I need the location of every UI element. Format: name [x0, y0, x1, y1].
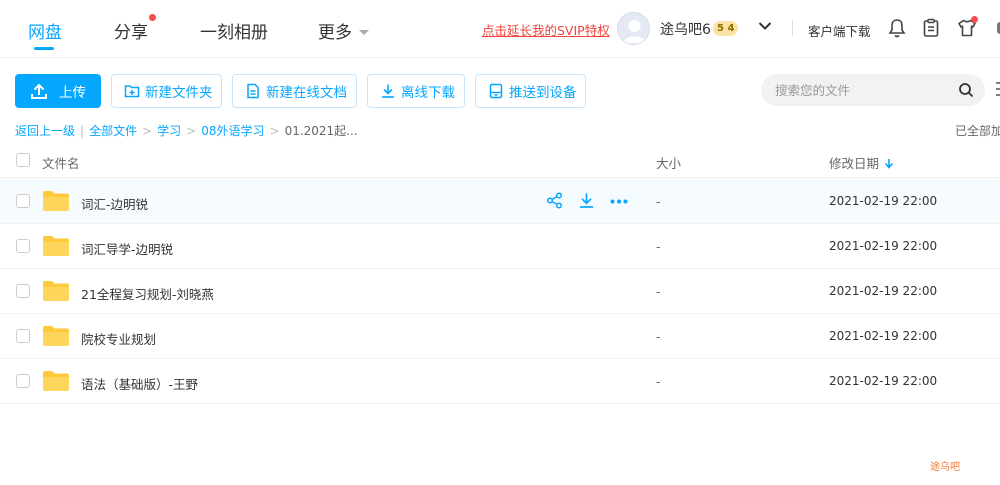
row-checkbox[interactable]	[16, 329, 30, 343]
avatar[interactable]	[617, 12, 650, 45]
download-icon	[382, 84, 394, 98]
folder-icon	[43, 326, 69, 346]
row-checkbox[interactable]	[16, 284, 30, 298]
nav-tab-netdisk[interactable]: 网盘	[28, 18, 62, 43]
breadcrumb-back[interactable]: 返回上一级	[15, 124, 75, 138]
nav-tab-share[interactable]: 分享	[114, 18, 148, 43]
folder-icon	[43, 281, 69, 301]
file-size: -	[656, 374, 661, 389]
nav-tab-more[interactable]: 更多	[318, 18, 370, 43]
upload-button[interactable]: 上传	[15, 74, 101, 108]
table-row[interactable]: 语法（基础版）-王野 - 2021-02-19 22:00	[0, 359, 1000, 404]
column-header-name[interactable]: 文件名	[42, 153, 80, 172]
new-online-doc-button[interactable]: 新建在线文档	[232, 74, 357, 108]
folder-icon	[43, 236, 69, 256]
document-icon	[247, 83, 259, 99]
table-header: 文件名 大小 修改日期	[0, 144, 1000, 178]
push-to-device-label: 推送到设备	[509, 85, 577, 101]
breadcrumb-separator: >	[269, 124, 280, 138]
file-modified-date: 2021-02-19 22:00	[829, 239, 938, 253]
skin-notification-dot	[971, 16, 978, 23]
table-row[interactable]: 院校专业规划 - 2021-02-19 22:00	[0, 314, 1000, 359]
share-notification-dot	[149, 14, 156, 21]
push-to-device-button[interactable]: 推送到设备	[475, 74, 586, 108]
file-modified-date: 2021-02-19 22:00	[829, 329, 938, 343]
new-folder-button[interactable]: 新建文件夹	[111, 74, 222, 108]
username[interactable]: 途乌吧6	[660, 19, 711, 39]
svip-promo-link[interactable]: 点击延长我的SVIP特权	[482, 20, 610, 39]
search-input[interactable]	[775, 74, 945, 106]
file-name[interactable]: 语法（基础版）-王野	[81, 374, 198, 393]
column-header-size[interactable]: 大小	[656, 153, 681, 172]
row-checkbox[interactable]	[16, 374, 30, 388]
offline-download-button[interactable]: 离线下载	[367, 74, 465, 108]
select-all-checkbox[interactable]	[16, 153, 30, 167]
nav-more-label: 更多	[318, 23, 352, 43]
breadcrumb-all-files[interactable]: 全部文件	[89, 124, 137, 138]
chevron-down-icon	[359, 30, 369, 35]
new-folder-label: 新建文件夹	[145, 85, 213, 101]
search-icon[interactable]	[958, 82, 974, 98]
client-download-link[interactable]: 客户端下载	[808, 21, 871, 40]
file-size: -	[656, 239, 661, 254]
top-navigation-bar: 网盘 分享 一刻相册 更多 点击延长我的SVIP特权 途乌吧6 5 4 客户端下…	[0, 0, 1000, 58]
breadcrumb: 返回上一级 | 全部文件 > 学习 >08外语学习 >01.2021起...	[15, 122, 358, 139]
folder-icon	[43, 371, 69, 391]
share-icon[interactable]	[546, 192, 563, 209]
nav-tab-album[interactable]: 一刻相册	[200, 18, 268, 43]
file-modified-date: 2021-02-19 22:00	[829, 194, 938, 208]
add-folder-icon	[124, 85, 140, 98]
row-checkbox[interactable]	[16, 194, 30, 208]
breadcrumb-separator: >	[186, 124, 197, 138]
divider	[792, 20, 793, 36]
loaded-status: 已全部加载	[955, 124, 1000, 138]
active-tab-indicator	[34, 47, 54, 50]
offline-download-label: 离线下载	[401, 85, 455, 101]
clipboard-icon[interactable]	[920, 17, 942, 39]
watermark-logo: 途乌吧	[930, 462, 960, 473]
vip-level-badge: 5 4	[713, 21, 739, 36]
file-size: -	[656, 194, 661, 209]
file-modified-date: 2021-02-19 22:00	[829, 284, 938, 298]
folder-icon	[43, 191, 69, 211]
list-view-icon[interactable]	[996, 82, 1000, 98]
breadcrumb-separator: |	[80, 124, 85, 138]
breadcrumb-study[interactable]: 学习	[157, 124, 181, 138]
new-online-doc-label: 新建在线文档	[266, 85, 347, 101]
download-icon[interactable]	[578, 192, 595, 209]
breadcrumb-separator: >	[142, 124, 153, 138]
upload-icon	[31, 83, 47, 99]
avatar-silhouette-icon	[623, 20, 646, 43]
chevron-down-icon[interactable]	[758, 21, 772, 31]
breadcrumb-foreign-language[interactable]: 08外语学习	[201, 124, 264, 138]
file-name[interactable]: 21全程复习规划-刘晓燕	[81, 284, 214, 303]
device-icon	[489, 83, 503, 99]
column-header-modified[interactable]: 修改日期	[829, 153, 894, 172]
sort-down-icon	[884, 159, 894, 169]
row-checkbox[interactable]	[16, 239, 30, 253]
search-box	[761, 74, 985, 106]
file-size: -	[656, 284, 661, 299]
bell-icon[interactable]	[886, 17, 908, 39]
file-name[interactable]: 词汇导学-边明锐	[81, 239, 173, 258]
table-row[interactable]: 词汇-边明锐 - 2021-02-19 22:00	[0, 179, 1000, 224]
table-row[interactable]: 21全程复习规划-刘晓燕 - 2021-02-19 22:00	[0, 269, 1000, 314]
breadcrumb-current: 01.2021起...	[284, 124, 358, 138]
upload-label: 上传	[59, 85, 86, 101]
file-name[interactable]: 院校专业规划	[81, 329, 156, 348]
file-name[interactable]: 词汇-边明锐	[81, 194, 148, 213]
more-options-icon[interactable]	[610, 199, 628, 204]
table-row[interactable]: 词汇导学-边明锐 - 2021-02-19 22:00	[0, 224, 1000, 269]
file-size: -	[656, 329, 661, 344]
column-header-modified-label: 修改日期	[829, 156, 880, 171]
file-modified-date: 2021-02-19 22:00	[829, 374, 938, 388]
